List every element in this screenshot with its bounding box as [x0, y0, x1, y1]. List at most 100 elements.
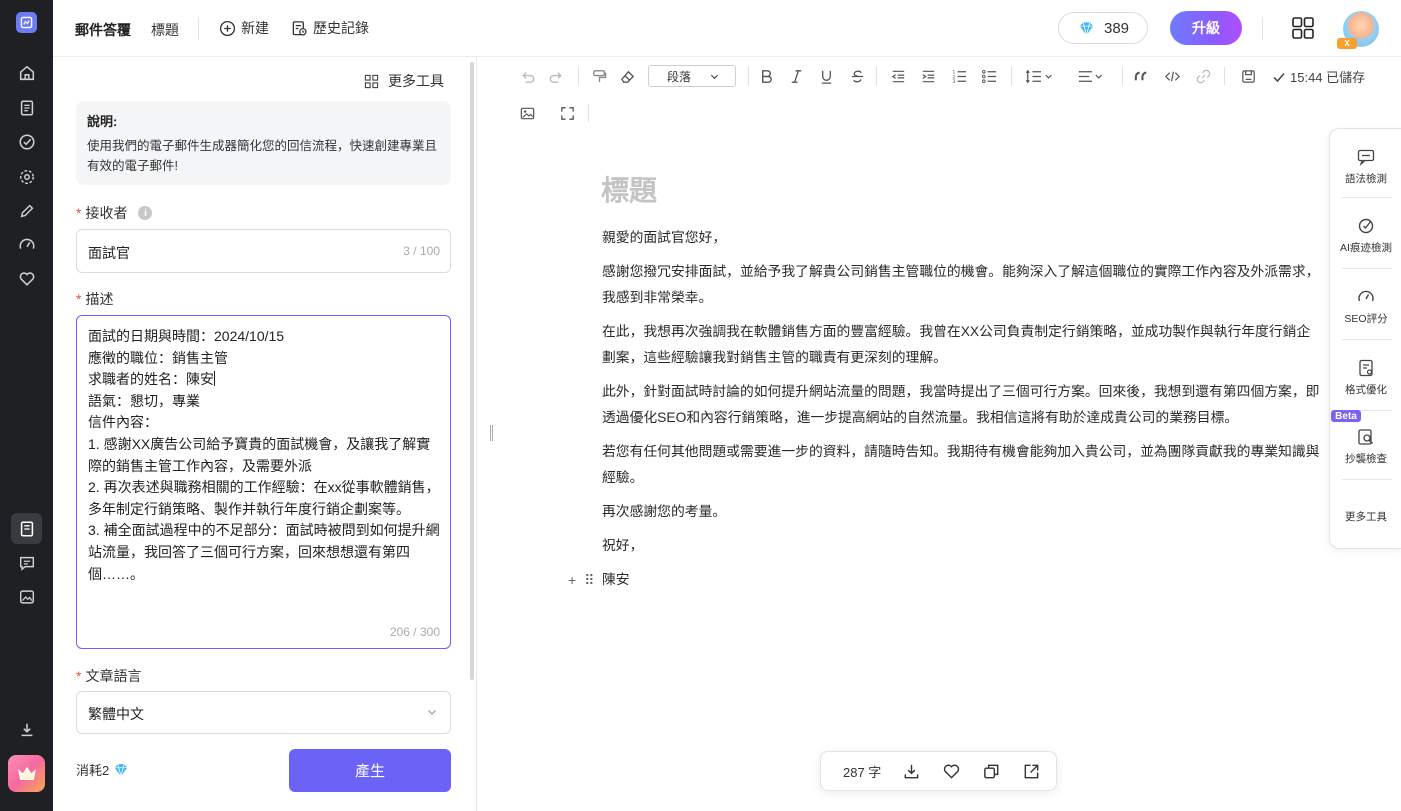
avatar[interactable]: X: [1337, 11, 1379, 49]
code-icon[interactable]: [1163, 67, 1181, 85]
chevron-down-icon: [428, 710, 436, 715]
download-icon[interactable]: [16, 719, 38, 741]
beta-badge: Beta: [1331, 410, 1361, 422]
copy-icon[interactable]: [982, 762, 1001, 781]
required-mark: *: [76, 205, 82, 221]
document-icon[interactable]: [16, 97, 38, 119]
image-icon[interactable]: [16, 586, 38, 608]
ai-detect-label: AI痕迹檢測: [1340, 242, 1392, 254]
recipient-label: * 接收者 i: [76, 203, 153, 223]
fullscreen-icon[interactable]: [558, 104, 576, 122]
more-tools-button[interactable]: 更多工具: [364, 71, 444, 91]
description-line: 應徵的職位：銷售主管: [88, 349, 228, 366]
underline-icon[interactable]: [817, 67, 835, 85]
format-optimize-label: 格式優化: [1345, 384, 1387, 396]
paragraph-style-value: 段落: [667, 69, 692, 84]
format-painter-icon[interactable]: [590, 67, 608, 85]
toolbar-divider: [1011, 67, 1012, 85]
new-button[interactable]: 新建: [219, 18, 269, 38]
recipient-input[interactable]: 面試官 3 / 100: [76, 229, 451, 273]
line-height-icon[interactable]: [1024, 67, 1058, 85]
italic-icon[interactable]: [787, 67, 805, 85]
paragraph-style-select[interactable]: 段落: [648, 65, 736, 87]
history-button[interactable]: 歷史記錄: [291, 18, 369, 38]
seo-score-button[interactable]: SEO評分: [1330, 287, 1401, 326]
save-icon[interactable]: [1239, 67, 1257, 85]
speedometer-icon[interactable]: [16, 234, 38, 256]
heart-icon[interactable]: [16, 268, 38, 290]
upgrade-button[interactable]: 升級: [1170, 11, 1242, 45]
block-handle[interactable]: + ⠿: [568, 567, 594, 593]
link-icon[interactable]: [1194, 67, 1212, 85]
toolbar-divider: [588, 104, 589, 122]
points-balance[interactable]: 389: [1058, 12, 1148, 44]
notebook-icon[interactable]: [11, 513, 42, 544]
toolbar-divider: [578, 67, 579, 85]
paragraph: 若您有任何其他問題或需要進一步的資料，請隨時告知。我期待有機會能夠加入貴公司，並…: [602, 444, 1320, 485]
tab-title[interactable]: 標題: [151, 20, 179, 40]
diamond-icon: [1079, 21, 1094, 35]
format-optimize-button[interactable]: 格式優化: [1330, 358, 1401, 397]
redo-icon[interactable]: [547, 67, 565, 85]
required-mark: *: [76, 668, 82, 684]
check-circle-icon[interactable]: [16, 131, 38, 153]
paragraph: 在此，我想再次強調我在軟體銷售方面的豐富經驗。我曾在XX公司負責制定行銷策略，並…: [602, 324, 1311, 365]
apps-grid-icon[interactable]: [1291, 16, 1315, 40]
outdent-icon[interactable]: [889, 67, 907, 85]
format-icon: [1359, 359, 1373, 377]
settings-icon[interactable]: [16, 166, 38, 188]
plus-circle-icon: [219, 20, 236, 36]
bottom-action-bar: 287 字: [820, 751, 1057, 791]
indent-icon[interactable]: [919, 67, 937, 85]
description-text: 面試的日期與時間：2024/10/15 應徵的職位：銷售主管 求職者的姓名：陳安 語氣…: [88, 326, 440, 585]
quote-icon[interactable]: [1132, 67, 1150, 85]
download-icon[interactable]: [902, 762, 921, 781]
crown-icon[interactable]: [8, 755, 45, 792]
add-block-icon[interactable]: +: [568, 567, 576, 593]
save-status-text: 15:44 已儲存: [1290, 70, 1366, 85]
generate-button[interactable]: 產生: [289, 749, 451, 792]
history-icon: [292, 20, 307, 36]
required-mark: *: [76, 291, 82, 307]
divider: [1342, 197, 1392, 198]
image-insert-icon[interactable]: [518, 104, 536, 122]
description-textarea[interactable]: 面試的日期與時間：2024/10/15 應徵的職位：銷售主管 求職者的姓名：陳安 語氣…: [76, 315, 451, 649]
ai-detect-button[interactable]: AI痕迹檢測: [1330, 216, 1401, 255]
more-tools-label: 更多工具: [388, 73, 444, 89]
info-icon[interactable]: i: [138, 206, 153, 220]
document-title[interactable]: 標題: [601, 169, 657, 209]
heart-icon[interactable]: [942, 762, 961, 781]
app-logo-icon[interactable]: [16, 12, 37, 33]
more-tools-side-button[interactable]: 更多工具: [1330, 509, 1401, 524]
plagiarism-check-label: 抄襲檢查: [1345, 453, 1387, 465]
app-title: 郵件答覆: [75, 22, 131, 38]
divider: [1342, 339, 1392, 340]
chat-icon[interactable]: [16, 552, 38, 574]
bullet-list-icon[interactable]: [980, 67, 998, 85]
language-select[interactable]: 繁體中文: [76, 691, 451, 734]
strikethrough-icon[interactable]: [848, 67, 866, 85]
recipient-value: 面試官: [88, 245, 130, 261]
gauge-icon: [1358, 290, 1374, 302]
resize-handle[interactable]: [490, 425, 493, 441]
points-value: 389: [1103, 19, 1130, 37]
grammar-check-button[interactable]: 語法檢測: [1330, 147, 1401, 186]
cost-label: 消耗2: [76, 763, 110, 778]
plagiarism-check-button[interactable]: 抄襲檢查: [1330, 427, 1401, 466]
toolbar-divider: [1122, 67, 1123, 85]
editor-toolbar: 段落 123 15:44 已儲存: [478, 57, 1401, 127]
panel-scrollbar[interactable]: [470, 62, 474, 680]
home-icon[interactable]: [16, 62, 38, 84]
ordered-list-icon[interactable]: 123: [950, 67, 968, 85]
eraser-icon[interactable]: [618, 67, 636, 85]
drag-handle-icon[interactable]: ⠿: [584, 567, 594, 593]
undo-icon[interactable]: [518, 67, 536, 85]
share-icon[interactable]: [1022, 762, 1041, 781]
description-label: * 描述: [76, 289, 113, 309]
bold-icon[interactable]: [757, 67, 775, 85]
form-panel: 更多工具 說明: 使用我們的電子郵件生成器簡化您的回信流程，快速創建專業且有效的…: [53, 57, 477, 811]
align-icon[interactable]: [1076, 67, 1110, 85]
pen-icon[interactable]: [16, 200, 38, 222]
document-body[interactable]: 親愛的面試官您好， 感謝您撥冗安排面試，並給予我了解貴公司銷售主管職位的機會。能…: [568, 225, 1324, 601]
description-note: 說明: 使用我們的電子郵件生成器簡化您的回信流程，快速創建專業且有效的電子郵件!: [76, 101, 451, 185]
